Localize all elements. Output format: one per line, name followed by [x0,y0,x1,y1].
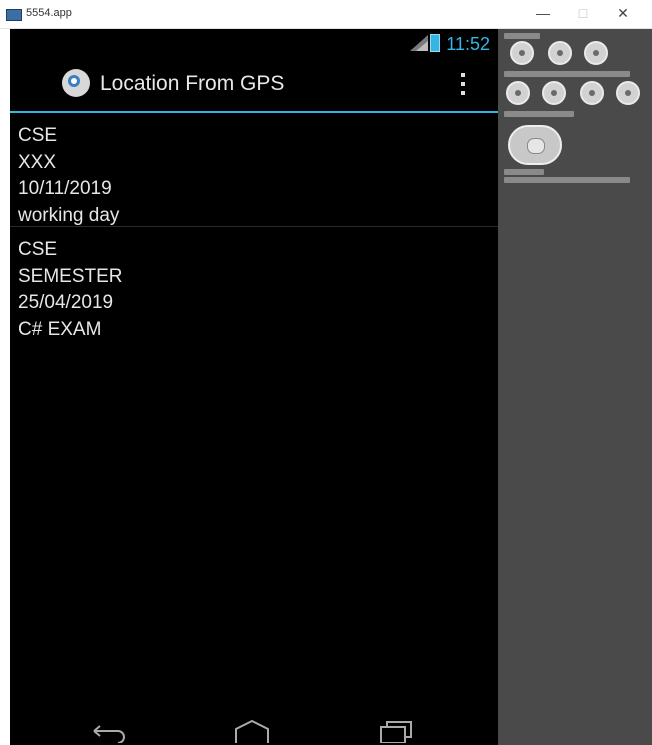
power-button[interactable] [584,41,608,65]
back-icon[interactable] [88,717,128,743]
home-button[interactable] [506,81,530,105]
dpad-buttons-label [504,71,630,77]
overflow-menu-icon[interactable] [457,73,469,99]
status-time: 11:52 [446,34,490,54]
event-list: CSE XXX 10/11/2019 working day CSE SEMES… [10,113,498,343]
item-line: CSE [18,125,58,146]
search-button[interactable] [616,81,640,105]
dpad-control[interactable] [508,125,562,165]
back-button[interactable] [580,81,604,105]
item-line: working day [18,204,120,226]
nav-bar [10,709,498,745]
home-icon[interactable] [232,717,272,743]
window-titlebar: 5554.app — □ ✕ [0,0,652,29]
menu-button[interactable] [542,81,566,105]
list-item[interactable]: CSE SEMESTER 25/04/2019 C# EXAM [10,227,498,343]
keyboard-hint-label [504,177,630,183]
app-title: Location From GPS [100,72,285,95]
app-icon[interactable] [62,69,90,97]
item-line: C# EXAM [18,318,102,340]
hardware-buttons-label [504,33,540,39]
minimize-button[interactable]: — [523,2,563,24]
battery-icon [430,34,440,52]
emulator-controls-panel [498,29,652,745]
action-bar: Location From GPS [10,59,498,113]
item-line: CSE [18,239,58,260]
emulator-screen: 11:52 Location From GPS CSE XXX 10/11/20… [10,29,498,745]
item-line: XXX [18,151,57,173]
maximize-button[interactable]: □ [563,2,603,24]
item-line: SEMESTER [18,265,123,287]
recents-icon[interactable] [375,717,415,743]
volume-up-button[interactable] [548,41,572,65]
item-line: 25/04/2019 [18,292,114,313]
item-line: 10/11/2019 [18,178,112,199]
signal-icon [410,35,428,51]
emulator-icon [6,9,22,21]
dpad-label [504,111,574,117]
close-button[interactable]: ✕ [603,2,643,24]
list-item[interactable]: CSE XXX 10/11/2019 working day [10,113,498,227]
window-title: 5554.app [26,7,72,19]
volume-down-button[interactable] [510,41,534,65]
keyboard-label [504,169,544,175]
status-bar: 11:52 [10,29,498,59]
